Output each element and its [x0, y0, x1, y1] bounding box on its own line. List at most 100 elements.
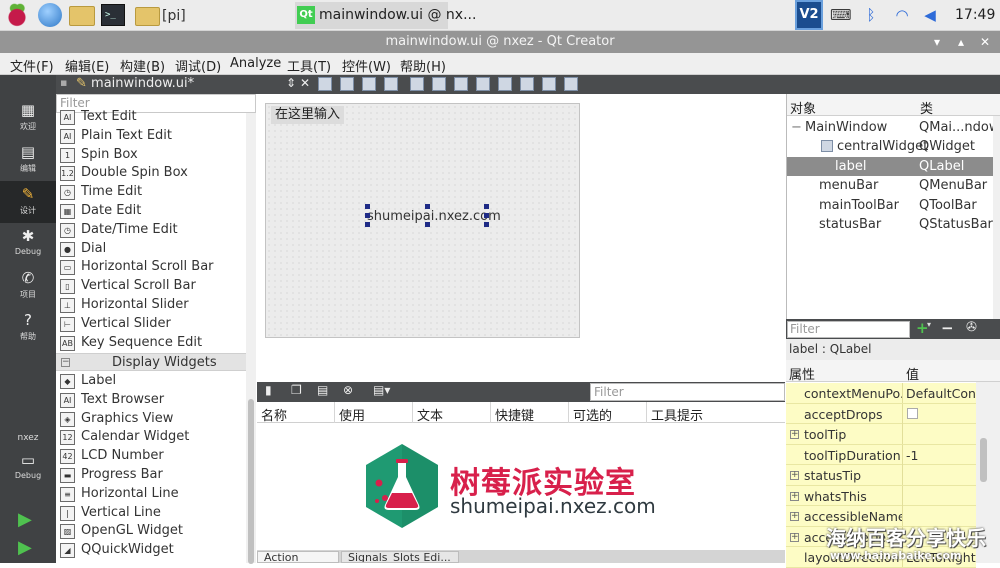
- property-scroll-thumb[interactable]: [980, 438, 987, 482]
- taskbar-qtcreator[interactable]: Qt mainwindow.ui @ nx...: [295, 2, 476, 29]
- break-layout-icon[interactable]: [542, 77, 556, 91]
- vnc-icon[interactable]: V2: [795, 0, 823, 30]
- file-dropdown-icon[interactable]: ⇕: [286, 76, 296, 90]
- taskbar-pi-folder[interactable]: [pi]: [134, 3, 284, 28]
- bluetooth-icon[interactable]: ᛒ: [862, 6, 880, 24]
- property-row[interactable]: + whatsThis: [786, 485, 976, 506]
- run-icon[interactable]: ▶: [18, 509, 32, 530]
- widget-category-display[interactable]: − Display Widgets: [56, 353, 246, 371]
- delete-action-icon[interactable]: ⊗: [343, 383, 353, 397]
- edit-widgets-tool-icon[interactable]: [318, 77, 332, 91]
- widget-item[interactable]: 1.2 Double Spin Box: [56, 164, 246, 183]
- open-file-selector[interactable]: ✎ mainwindow.ui*: [76, 76, 316, 93]
- raspberry-menu-icon[interactable]: [4, 3, 30, 27]
- wifi-icon[interactable]: ◠: [893, 6, 911, 24]
- file-manager-icon[interactable]: [69, 6, 95, 26]
- close-file-icon[interactable]: ✕: [300, 76, 310, 90]
- object-row[interactable]: menuBar QMenuBar: [787, 176, 993, 195]
- new-action-icon[interactable]: ▮: [265, 383, 272, 397]
- close-button[interactable]: ✕: [978, 31, 992, 53]
- property-value[interactable]: DefaultCon...: [906, 386, 976, 401]
- collapse-icon[interactable]: −: [791, 120, 802, 135]
- expand-icon[interactable]: +: [790, 471, 799, 480]
- menu-analyze[interactable]: Analyze: [230, 56, 281, 71]
- property-row[interactable]: toolTipDuration -1: [786, 444, 976, 465]
- widget-item[interactable]: | Vertical Line: [56, 504, 246, 523]
- object-row[interactable]: − MainWindow QMai...ndow: [787, 118, 994, 137]
- adjust-size-icon[interactable]: [564, 77, 578, 91]
- action-filter-input[interactable]: Filter: [590, 383, 785, 401]
- object-row[interactable]: −centralWidgetQWidget: [787, 137, 993, 156]
- tab-action-editor[interactable]: Action Edit...: [257, 551, 339, 563]
- menu-debug[interactable]: 调试(D): [175, 56, 221, 75]
- resize-handle[interactable]: [365, 204, 370, 209]
- widget-item[interactable]: ● Dial: [56, 240, 246, 259]
- expand-icon[interactable]: +: [790, 532, 799, 542]
- widget-item[interactable]: ◆ Label: [56, 372, 246, 391]
- window-titlebar[interactable]: mainwindow.ui @ nxez - Qt Creator ▾ ▴ ✕: [0, 31, 1000, 53]
- layout-form-icon[interactable]: [498, 77, 512, 91]
- view-mode-icon[interactable]: ▤▾: [373, 383, 390, 397]
- debug-run-icon[interactable]: ▶: [18, 537, 32, 558]
- resize-handle[interactable]: [425, 204, 430, 209]
- menu-help[interactable]: 帮助(H): [400, 56, 446, 75]
- widget-item[interactable]: ⊢ Vertical Slider: [56, 315, 246, 334]
- resize-handle[interactable]: [365, 213, 370, 218]
- resize-handle[interactable]: [484, 222, 489, 227]
- widget-item[interactable]: AI Text Edit: [56, 108, 246, 127]
- property-filter-input[interactable]: Filter: [787, 321, 910, 338]
- widget-item[interactable]: ◢ QQuickWidget: [56, 541, 246, 560]
- configure-icon[interactable]: ✇: [966, 320, 977, 335]
- widget-item[interactable]: 12 Calendar Widget: [56, 428, 246, 447]
- widget-item[interactable]: ◈ Graphics View: [56, 410, 246, 429]
- col-object[interactable]: 对象: [790, 98, 816, 117]
- menu-tools[interactable]: 工具(T): [287, 56, 331, 75]
- widget-item[interactable]: 42 LCD Number: [56, 447, 246, 466]
- kit-selector[interactable]: ▭ Debug: [0, 447, 56, 489]
- widget-item[interactable]: 1 Spin Box: [56, 146, 246, 165]
- widget-item[interactable]: AI Plain Text Edit: [56, 127, 246, 146]
- col-used[interactable]: 使用: [339, 405, 365, 424]
- widget-item[interactable]: ▯ Vertical Scroll Bar: [56, 277, 246, 296]
- col-shortcut[interactable]: 快捷键: [495, 405, 534, 424]
- edit-signals-tool-icon[interactable]: [340, 77, 354, 91]
- object-scrollbar[interactable]: [993, 116, 1000, 319]
- widget-scrollbar[interactable]: [246, 113, 256, 564]
- edit-taborder-tool-icon[interactable]: [384, 77, 398, 91]
- layout-grid-icon[interactable]: [520, 77, 534, 91]
- widget-item[interactable]: AB Key Sequence Edit: [56, 334, 246, 353]
- copy-action-icon[interactable]: ❐: [291, 383, 302, 397]
- resize-handle[interactable]: [484, 204, 489, 209]
- layout-vertical-icon[interactable]: [432, 77, 446, 91]
- widget-item[interactable]: ▬ Progress Bar: [56, 466, 246, 485]
- col-name[interactable]: 名称: [261, 405, 287, 424]
- tab-signals-slots[interactable]: Signals_Slots Edi...: [341, 551, 459, 563]
- add-dropdown-icon[interactable]: ▾: [927, 320, 931, 329]
- object-row[interactable]: mainToolBar QToolBar: [787, 196, 993, 215]
- widget-item[interactable]: ◷ Time Edit: [56, 183, 246, 202]
- col-class[interactable]: 类: [920, 98, 933, 117]
- menu-edit[interactable]: 编辑(E): [65, 56, 109, 75]
- object-row[interactable]: statusBar QStatusBar: [787, 215, 993, 234]
- property-row[interactable]: acceptDrops: [786, 403, 976, 424]
- object-row[interactable]: label QLabel: [787, 156, 993, 176]
- terminal-icon[interactable]: [101, 4, 125, 26]
- property-value[interactable]: -1: [906, 448, 976, 463]
- mode-welcome[interactable]: ▦ 欢迎: [0, 97, 56, 139]
- keyboard-icon[interactable]: ⌨: [830, 6, 852, 24]
- edit-buddies-tool-icon[interactable]: [362, 77, 376, 91]
- browser-icon[interactable]: [38, 3, 62, 27]
- widget-item[interactable]: ▨ OpenGL Widget: [56, 522, 246, 541]
- property-row[interactable]: contextMenuPo... DefaultCon...: [786, 383, 976, 404]
- widget-item[interactable]: ▭ Horizontal Scroll Bar: [56, 258, 246, 277]
- mode-design[interactable]: ✎ 设计: [0, 181, 56, 223]
- resize-handle[interactable]: [365, 222, 370, 227]
- layout-h-splitter-icon[interactable]: [454, 77, 468, 91]
- menu-file[interactable]: 文件(F): [10, 56, 54, 75]
- expand-icon[interactable]: +: [790, 512, 799, 521]
- property-checkbox[interactable]: [907, 407, 918, 419]
- col-value[interactable]: 值: [906, 364, 919, 383]
- volume-icon[interactable]: ◀: [921, 6, 939, 24]
- property-row[interactable]: + statusTip: [786, 465, 976, 486]
- mode-projects[interactable]: ✆ 项目: [0, 265, 56, 307]
